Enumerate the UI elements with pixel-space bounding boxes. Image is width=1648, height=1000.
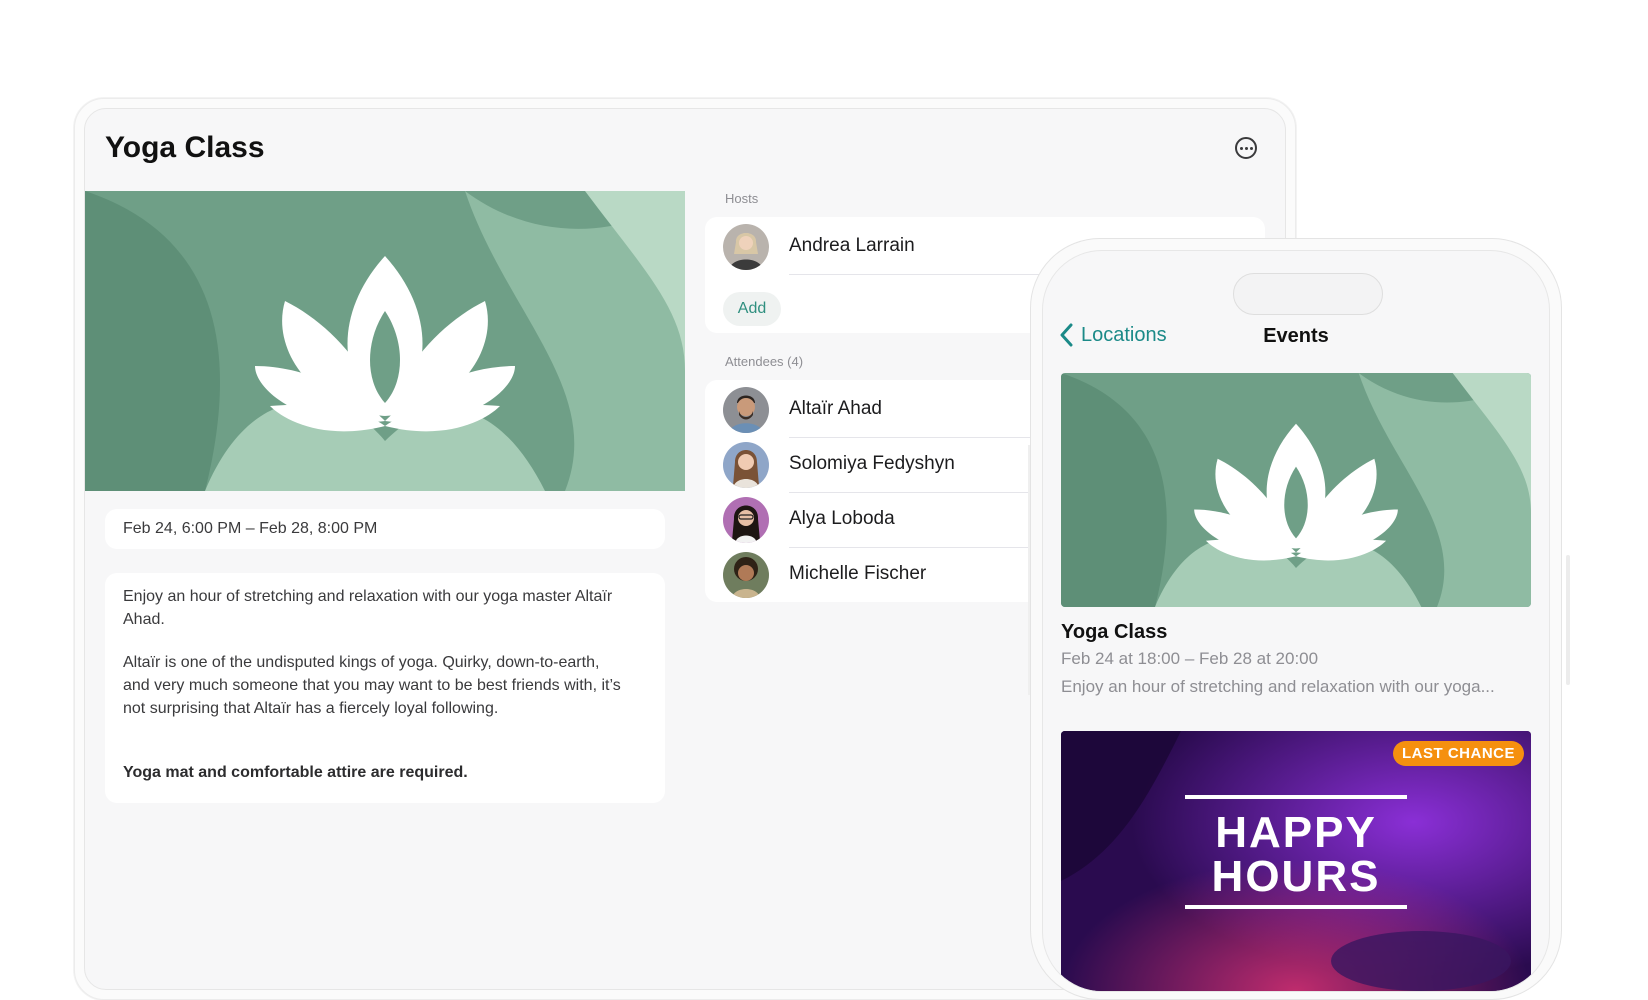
back-label: Locations [1081, 323, 1167, 346]
avatar [723, 442, 769, 488]
host-name: Andrea Larrain [789, 235, 915, 256]
event-card-image[interactable] [1061, 373, 1531, 607]
dynamic-island [1233, 273, 1383, 315]
event-card-title[interactable]: Yoga Class [1061, 621, 1167, 644]
phone-screen: Events Locations Yoga Class Feb 24 at 18… [1042, 250, 1550, 992]
attendee-name: Solomiya Fedyshyn [789, 453, 955, 474]
lotus-image [85, 191, 685, 491]
more-options-icon[interactable] [1235, 137, 1257, 159]
avatar [723, 497, 769, 543]
promo-divider-bottom [1185, 905, 1407, 909]
back-button[interactable]: Locations [1059, 323, 1167, 347]
phone-scroll-indicator [1566, 555, 1570, 685]
avatar [723, 387, 769, 433]
event-date-range: Feb 24, 6:00 PM – Feb 28, 8:00 PM [123, 520, 378, 537]
promo-title-line2: HOURS [1211, 852, 1381, 901]
avatar [723, 552, 769, 598]
attendee-name: Alya Loboda [789, 508, 895, 529]
add-host-button[interactable]: Add [723, 292, 781, 326]
event-date-card: Feb 24, 6:00 PM – Feb 28, 8:00 PM [105, 509, 665, 549]
event-hero-image [85, 191, 685, 491]
description-paragraph-2: Altaïr is one of the undisputed kings of… [123, 654, 621, 717]
page-title: Yoga Class [105, 131, 265, 164]
promo-title: HAPPY HOURS [1061, 811, 1531, 899]
promo-title-line1: HAPPY [1215, 808, 1377, 857]
happy-hours-event-card[interactable]: LAST CHANCE HAPPY HOURS [1061, 731, 1531, 991]
hosts-label: Hosts [725, 191, 759, 206]
description-paragraph-1: Enjoy an hour of stretching and relaxati… [123, 588, 613, 628]
lotus-image [1061, 373, 1531, 607]
last-chance-badge: LAST CHANCE [1393, 741, 1524, 766]
attendee-name: Altaïr Ahad [789, 398, 882, 419]
attendees-label: Attendees (4) [725, 354, 804, 369]
promo-divider-top [1185, 795, 1407, 799]
chevron-left-icon [1060, 323, 1073, 347]
description-requirement: Yoga mat and comfortable attire are requ… [123, 764, 468, 781]
event-description-card: Enjoy an hour of stretching and relaxati… [105, 573, 665, 803]
attendee-name: Michelle Fischer [789, 563, 927, 584]
avatar [723, 224, 769, 270]
event-card-description: Enjoy an hour of stretching and relaxati… [1061, 677, 1495, 696]
event-card-date: Feb 24 at 18:00 – Feb 28 at 20:00 [1061, 649, 1319, 668]
